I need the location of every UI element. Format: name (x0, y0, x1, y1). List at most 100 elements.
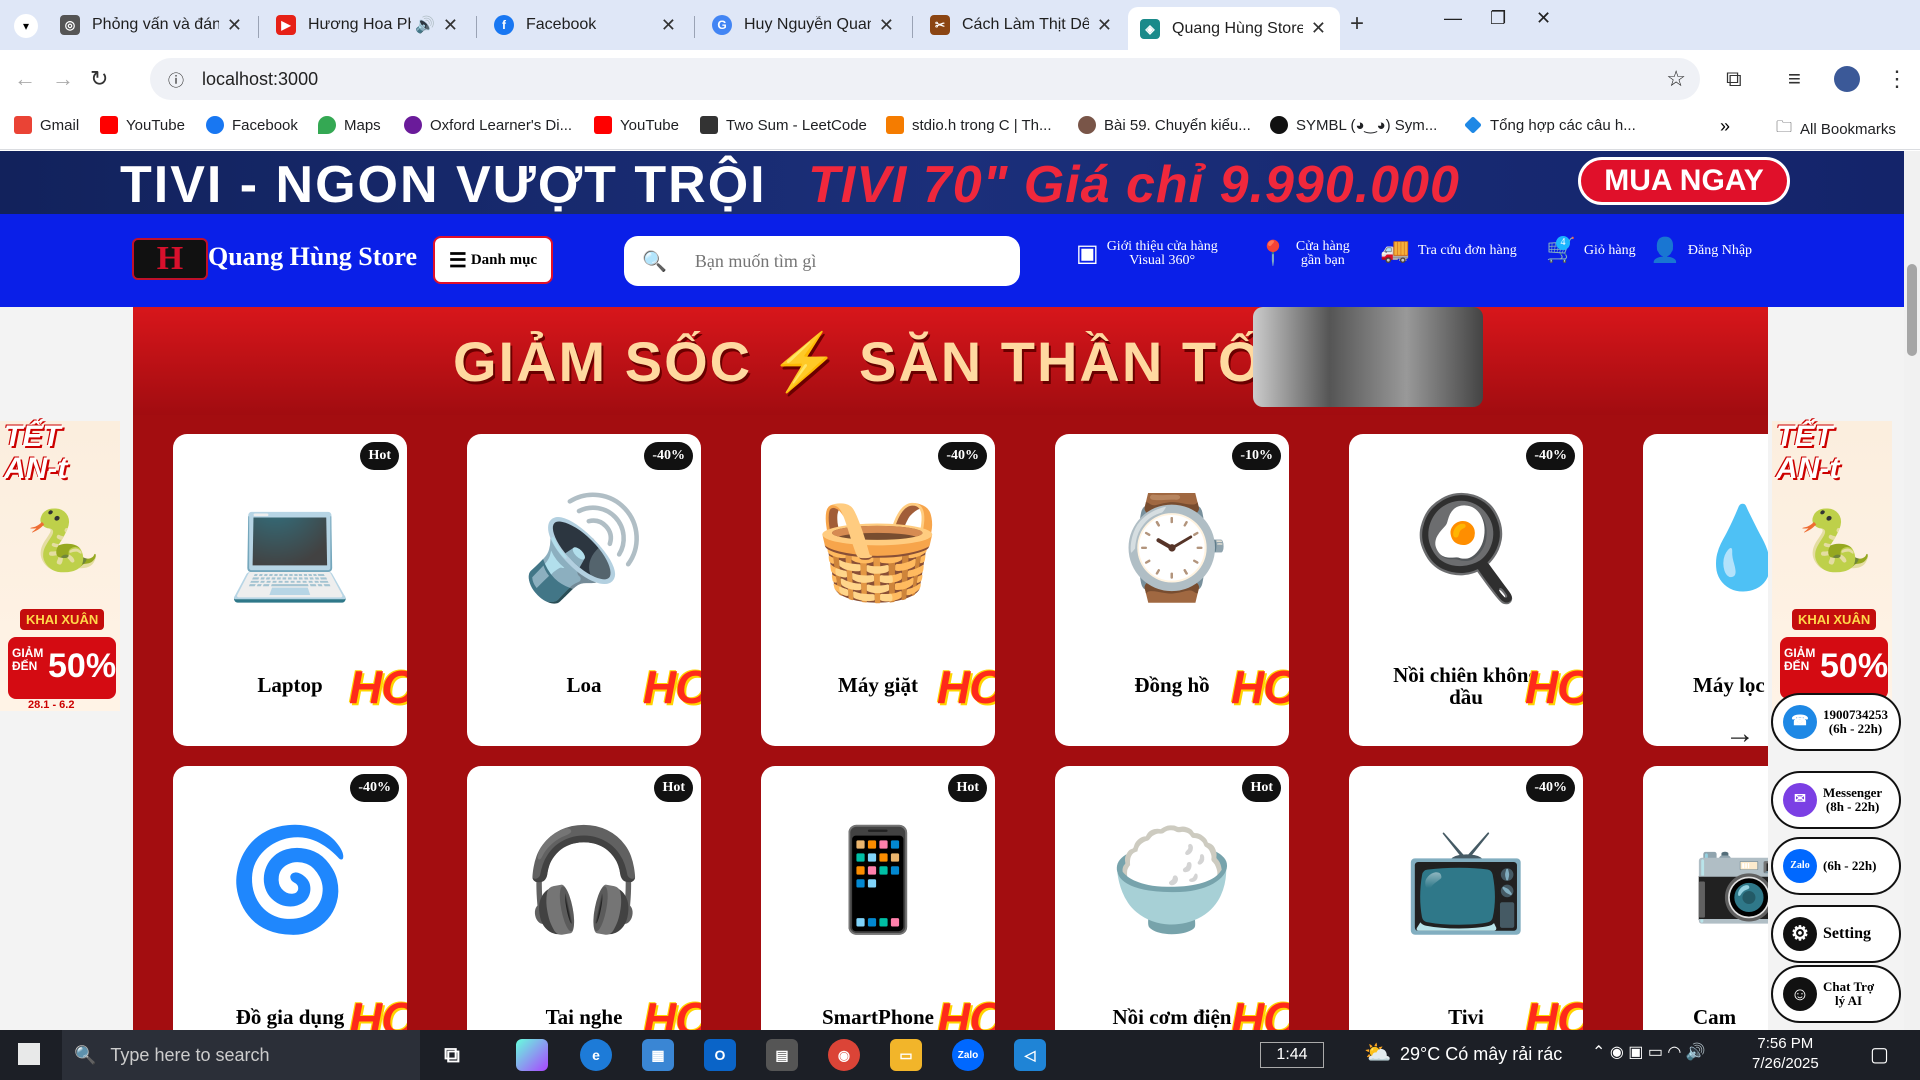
tab-search-icon[interactable]: ▾ (14, 14, 38, 38)
search-input[interactable] (694, 250, 995, 272)
discount-badge: -40% (644, 442, 693, 470)
app-icon[interactable]: ▤ (766, 1039, 798, 1071)
minimize-icon[interactable]: — (1444, 8, 1462, 29)
nearby-store-link[interactable]: 📍 Cửa hàng gần bạn (1258, 240, 1350, 268)
messenger-button[interactable]: ✉ Messenger (8h - 22h) (1771, 771, 1901, 829)
profile-avatar[interactable] (1834, 66, 1860, 92)
product-card-may-loc[interactable]: 💧 Máy lọc (1643, 434, 1768, 746)
all-bookmarks[interactable]: 🗀 All Bookmarks (1776, 116, 1896, 143)
chrome-icon[interactable]: ◉ (828, 1039, 860, 1071)
menu-kebab-icon[interactable]: ⋮ (1886, 66, 1908, 92)
bookmark-leetcode[interactable]: Two Sum - LeetCode (700, 116, 867, 134)
weather-icon[interactable]: ⛅ (1364, 1040, 1391, 1066)
search-icon[interactable]: 🔍 (642, 249, 667, 274)
outlook-icon[interactable]: O (704, 1039, 736, 1071)
restore-icon[interactable]: ❐ (1490, 8, 1506, 29)
ai-chat-button[interactable]: ☺ Chat Trợ lý AI (1771, 965, 1901, 1023)
watch-image: ⌚ (1109, 491, 1235, 604)
task-view-icon[interactable]: ⧉ (436, 1039, 468, 1071)
category-menu-button[interactable]: ☰ Danh mục (433, 236, 553, 284)
youtube-icon (594, 116, 612, 134)
tab-4[interactable]: G Huy Nguyễn Quang Lập trì ✕ (700, 7, 908, 43)
bookmark-gmail[interactable]: Gmail (14, 116, 79, 134)
bookmark-tong-hop[interactable]: Tổng hợp các câu h... (1464, 116, 1636, 134)
taskbar-search[interactable]: 🔍 Type here to search (62, 1030, 420, 1080)
file-explorer-icon[interactable]: ▭ (890, 1039, 922, 1071)
close-icon[interactable]: ✕ (879, 15, 894, 36)
weather-text[interactable]: 29°C Có mây rải rác (1400, 1044, 1562, 1065)
product-card-do-gia-dung[interactable]: -40%🌀Đồ gia dụngHOT (173, 766, 407, 1030)
notification-icon[interactable]: ▢ (1870, 1042, 1889, 1067)
bookmark-facebook[interactable]: Facebook (206, 116, 298, 134)
scrollbar-thumb[interactable] (1907, 264, 1917, 356)
product-card-laptop[interactable]: Hot💻LaptopHOT (173, 434, 407, 746)
product-card-smartphone[interactable]: Hot📱SmartPhoneHOT (761, 766, 995, 1030)
tet-side-ad-left[interactable]: TẾT AN-t 🐍 KHAI XUÂN GIẢM ĐẾN 50% 28.1 - 6… (0, 421, 120, 711)
windows-start-icon[interactable] (18, 1043, 40, 1065)
tab-3[interactable]: f Facebook ✕ (482, 7, 690, 43)
bookmark-maps[interactable]: Maps (318, 116, 381, 134)
hot-label: HOT (1525, 993, 1583, 1030)
bookmark-star-icon[interactable]: ☆ (1666, 66, 1686, 92)
new-tab-icon[interactable]: + (1350, 10, 1364, 38)
product-card-noi-com-dien[interactable]: Hot🍚Nồi cơm điệnHOT (1055, 766, 1289, 1030)
copilot-icon[interactable] (516, 1039, 548, 1071)
promo-top-banner[interactable]: TIVI - NGON VƯỢT TRỘI TIVI 70" Giá chỉ 9… (0, 151, 1904, 214)
media-control-icon[interactable]: ≡ (1788, 66, 1801, 92)
product-card-cam[interactable]: 📷 Cam (1643, 766, 1768, 1030)
tet-side-ad-right[interactable]: TẾT AN-t 🐍 KHAI XUÂN GIẢM ĐẾN 50% (1772, 421, 1892, 711)
vscode-icon[interactable]: ◁ (1014, 1039, 1046, 1071)
close-icon[interactable]: ✕ (661, 15, 676, 36)
extensions-icon[interactable]: ⧉ (1726, 66, 1742, 92)
window-close-icon[interactable]: ✕ (1536, 8, 1551, 29)
zalo-icon[interactable]: Zalo (952, 1039, 984, 1071)
carousel-next-arrow-icon[interactable]: → (1725, 717, 1755, 751)
close-icon[interactable]: ✕ (1311, 18, 1326, 39)
store-name[interactable]: Quang Hùng Store (208, 242, 417, 272)
maps-icon (318, 116, 336, 134)
product-card-noi-chien[interactable]: -40%🍳Nồi chiên không dầuHOT (1349, 434, 1583, 746)
forward-icon[interactable]: → (52, 66, 74, 92)
vertical-scrollbar[interactable] (1904, 151, 1920, 1030)
tab-5[interactable]: ✂ Cách Làm Thịt Dê Hấp Lá T ✕ (918, 7, 1126, 43)
bookmark-youtube[interactable]: YouTube (100, 116, 185, 134)
more-bookmarks-icon[interactable]: » (1720, 116, 1730, 137)
speaker-icon[interactable]: 🔊 (415, 15, 435, 35)
bookmark-youtube-2[interactable]: YouTube (594, 116, 679, 134)
site-info-icon[interactable]: ⓘ (168, 67, 184, 91)
reload-icon[interactable]: ↻ (90, 66, 108, 92)
buy-now-button[interactable]: MUA NGAY (1578, 157, 1790, 205)
close-icon[interactable]: ✕ (443, 15, 458, 36)
clock[interactable]: 7:56 PM 7/26/2025 (1752, 1034, 1819, 1074)
edge-icon[interactable]: e (580, 1039, 612, 1071)
tab-1[interactable]: ◎ Phỏng vấn và đánh giá CV ✕ (48, 7, 256, 43)
tab-6-active[interactable]: ◈ Quang Hùng Store ✕ (1128, 7, 1340, 50)
zalo-button[interactable]: Zalo (6h - 22h) (1771, 837, 1901, 895)
bookmark-bai59[interactable]: Bài 59. Chuyển kiểu... (1078, 116, 1251, 134)
store-icon[interactable]: ▦ (642, 1039, 674, 1071)
close-icon[interactable]: ✕ (1097, 15, 1112, 36)
tab-2[interactable]: ▶ Hương Hoa Phai Tàn (T🔊 ✕ (264, 7, 472, 43)
product-card-tai-nghe[interactable]: Hot🎧Tai ngheHOT (467, 766, 701, 1030)
product-card-loa[interactable]: -40%🔊LoaHOT (467, 434, 701, 746)
store-logo[interactable]: H (132, 238, 208, 280)
login-link[interactable]: 👤 Đăng Nhập (1650, 238, 1752, 264)
order-lookup-link[interactable]: 🚚 Tra cứu đơn hàng (1380, 239, 1517, 263)
timer-badge[interactable]: 1:44 (1260, 1042, 1324, 1068)
bookmark-stdio[interactable]: stdio.h trong C | Th... (886, 116, 1052, 134)
product-card-tivi[interactable]: -40%📺TiviHOT (1349, 766, 1583, 1030)
url-field[interactable]: ⓘ localhost:3000 ☆ (150, 58, 1700, 100)
hotline-button[interactable]: ☎ 1900734253 (6h - 22h) (1771, 693, 1901, 751)
store-visual-360-link[interactable]: ▣ Giới thiệu cửa hàng Visual 360° (1076, 240, 1218, 268)
user-icon: 👤 (1650, 238, 1680, 264)
product-card-dong-ho[interactable]: -10%⌚Đồng hồHOT (1055, 434, 1289, 746)
back-icon[interactable]: ← (14, 66, 36, 92)
bookmark-oxford[interactable]: Oxford Learner's Di... (404, 116, 572, 134)
tray-icons[interactable]: ⌃ ◉ ▣ ▭ ◠ 🔊 (1592, 1042, 1706, 1062)
bookmark-symbl[interactable]: SYMBL (◕‿◕) Sym... (1270, 116, 1437, 134)
close-icon[interactable]: ✕ (227, 15, 242, 36)
product-card-may-giat[interactable]: -40%🧺Máy giặtHOT (761, 434, 995, 746)
search-box[interactable]: 🔍 (624, 236, 1020, 286)
cart-link[interactable]: 🛒 4 Giỏ hàng (1546, 236, 1636, 263)
setting-button[interactable]: ⚙ Setting (1771, 905, 1901, 963)
